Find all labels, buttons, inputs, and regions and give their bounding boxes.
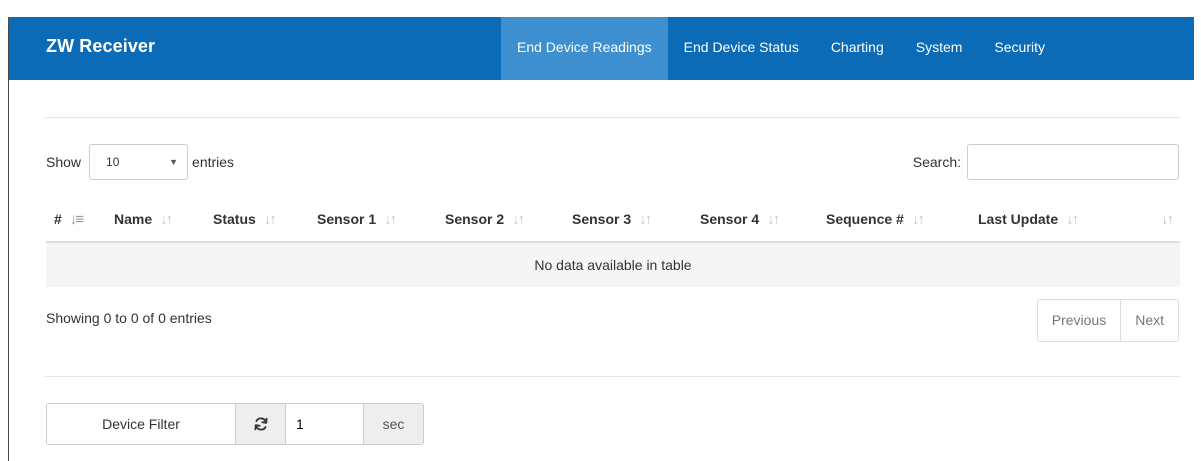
length-prefix: Show: [46, 154, 82, 170]
sort-icon: ↓↑: [160, 211, 173, 228]
sort-icon: ↓↑: [384, 211, 397, 228]
next-button[interactable]: Next: [1121, 299, 1179, 342]
search-control: Search:: [913, 144, 1179, 180]
readings-table: # ↓≡ Name ↓↑ Status ↓↑ Sensor 1 ↓↑ Sensor 2 ↓…: [46, 198, 1180, 287]
nav-end-device-readings[interactable]: End Device Readings: [501, 17, 668, 80]
divider-top: [45, 117, 1180, 118]
table-header-row: # ↓≡ Name ↓↑ Status ↓↑ Sensor 1 ↓↑ Sensor 2 ↓…: [46, 198, 1180, 243]
refresh-icon: [254, 417, 267, 431]
length-control: Show 10 ▼ entries: [46, 144, 234, 180]
col-header-actions[interactable]: ↓↑: [1120, 198, 1180, 243]
previous-button[interactable]: Previous: [1036, 299, 1122, 342]
col-header-sensor-1[interactable]: Sensor 1 ↓↑: [309, 198, 437, 243]
col-header-sensor-4[interactable]: Sensor 4 ↓↑: [692, 198, 818, 243]
interval-unit-label: sec: [364, 403, 424, 445]
caret-down-icon: ▼: [169, 157, 179, 167]
app-frame: ZW Receiver End Device Readings End Devi…: [8, 17, 1201, 461]
length-suffix: entries: [192, 154, 235, 170]
search-label: Search:: [912, 154, 961, 170]
empty-table-message: No data available in table: [46, 242, 1180, 287]
refresh-button[interactable]: [236, 403, 286, 445]
entries-select-value: 10: [106, 155, 120, 169]
col-header-sensor-3[interactable]: Sensor 3 ↓↑: [564, 198, 692, 243]
col-header-status[interactable]: Status ↓↑: [205, 198, 309, 243]
col-header-name[interactable]: Name ↓↑: [106, 198, 205, 243]
table-row: No data available in table: [46, 242, 1180, 287]
refresh-interval-input[interactable]: [286, 403, 364, 445]
navbar: ZW Receiver End Device Readings End Devi…: [9, 17, 1194, 80]
entries-select[interactable]: 10 ▼: [89, 144, 189, 180]
nav-system[interactable]: System: [900, 17, 979, 80]
nav-charting[interactable]: Charting: [815, 17, 900, 80]
device-filter-button[interactable]: Device Filter: [46, 403, 236, 445]
col-header-sensor-2[interactable]: Sensor 2 ↓↑: [437, 198, 564, 243]
col-header-index[interactable]: # ↓≡: [46, 198, 106, 243]
sort-icon: ↓↑: [512, 211, 525, 228]
sort-icon: ↓↑: [1161, 211, 1174, 228]
col-header-sequence[interactable]: Sequence # ↓↑: [818, 198, 970, 243]
nav-security[interactable]: Security: [978, 17, 1061, 80]
nav-end-device-status[interactable]: End Device Status: [668, 17, 815, 80]
sort-icon: ↓↑: [639, 211, 652, 228]
app-brand[interactable]: ZW Receiver: [46, 17, 155, 80]
bottom-controls: Device Filter sec: [46, 403, 424, 445]
nav-menu: End Device Readings End Device Status Ch…: [501, 17, 1061, 80]
sort-icon: ↓↑: [767, 211, 780, 228]
sort-icon: ↓↑: [263, 211, 277, 228]
sort-icon: ↓↑: [911, 211, 925, 228]
table-info: Showing 0 to 0 of 0 entries: [46, 310, 212, 326]
pagination: Previous Next: [1036, 299, 1179, 342]
search-input[interactable]: [967, 144, 1179, 180]
divider-bottom: [45, 376, 1180, 377]
sort-icon: ↓↑: [1066, 211, 1079, 228]
sort-asc-icon: ↓≡: [69, 211, 84, 228]
col-header-last-update[interactable]: Last Update ↓↑: [970, 198, 1120, 243]
